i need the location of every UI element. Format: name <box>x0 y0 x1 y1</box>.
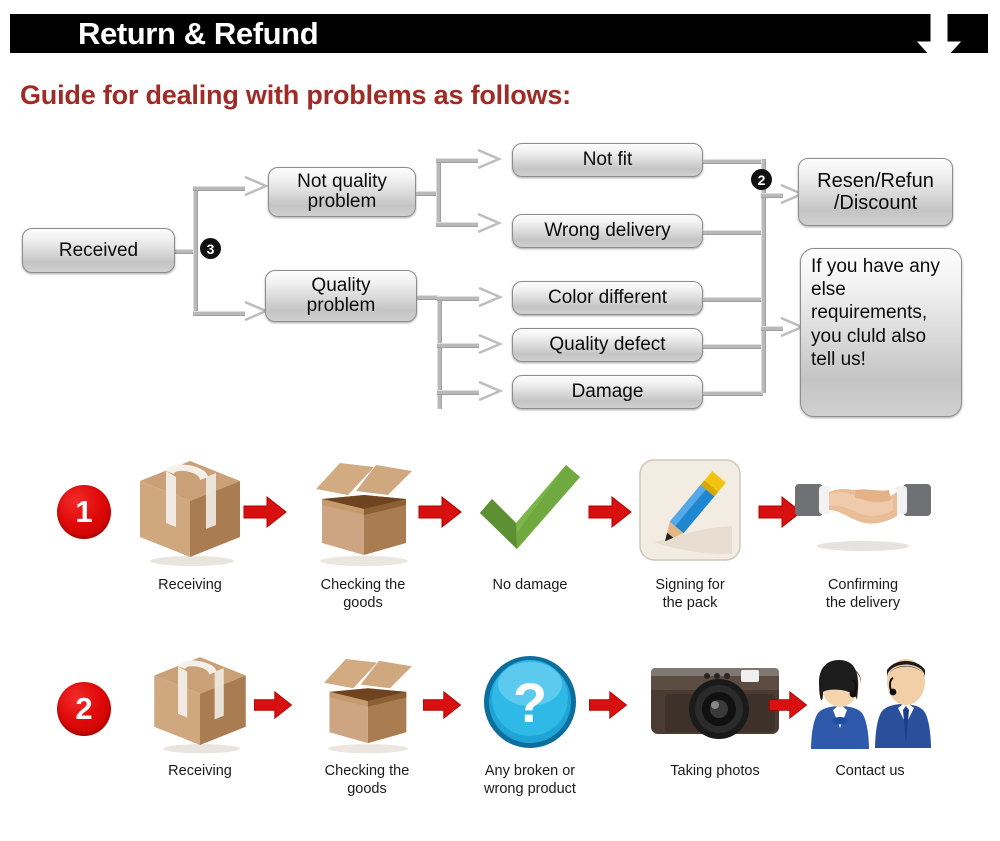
flow-node-not-quality-problem[interactable]: Not quality problem <box>268 167 416 217</box>
flow-node-quality-problem[interactable]: Quality problem <box>265 270 417 322</box>
subtitle: Guide for dealing with problems as follo… <box>20 80 571 110</box>
step-label: Contact us <box>835 763 905 779</box>
question-mark-icon: ? <box>455 648 605 756</box>
step-label: Checking the goods <box>320 577 406 612</box>
flow-node-quality-defect[interactable]: Quality defect <box>512 328 703 362</box>
step-confirming-delivery: Confirming the delivery <box>788 450 938 612</box>
step-label: No damage <box>492 577 568 593</box>
badge-step-2: 2 <box>751 169 772 190</box>
connector-line <box>703 391 763 396</box>
step-signing: Signing for the pack <box>615 450 765 612</box>
flow-node-resolution[interactable]: Resen/Refun /Discount <box>798 158 953 226</box>
step-any-broken: ? Any broken or wrong product <box>455 648 605 798</box>
connector-line <box>703 344 763 349</box>
connector-line <box>703 297 763 302</box>
page-title: Return & Refund <box>78 16 319 51</box>
process-row-1: 1 Receiving Checking the goods No damage… <box>0 440 1000 640</box>
row-number-1: 1 <box>57 485 111 539</box>
connector-line <box>416 191 438 196</box>
process-steps: 1 Receiving Checking the goods No damage… <box>0 440 1000 840</box>
connector-line <box>437 343 479 348</box>
refund-flowchart: 3 Received Not quality problem Quality p… <box>0 130 1000 430</box>
badge-step-3: 3 <box>200 238 221 259</box>
step-contact-us: Contact us <box>795 648 945 780</box>
step-label: Any broken or wrong product <box>484 763 576 798</box>
flow-node-damage[interactable]: Damage <box>512 375 703 409</box>
flow-node-not-fit[interactable]: Not fit <box>512 143 703 177</box>
connector-line <box>175 249 195 254</box>
connector-line <box>437 390 479 395</box>
connector-line <box>437 296 479 301</box>
return-refund-page: Return & Refund Guide for dealing with p… <box>0 0 1000 841</box>
arrow-head-icon <box>477 333 504 355</box>
flow-node-wrong-delivery[interactable]: Wrong delivery <box>512 214 703 248</box>
pencil-signing-icon <box>615 450 765 570</box>
connector-line <box>417 295 439 300</box>
step-label: Receiving <box>168 763 232 779</box>
support-agents-icon <box>795 648 945 756</box>
green-check-icon <box>455 450 605 570</box>
process-row-2: 2 Receiving Checking the goods ? Any bro… <box>0 640 1000 840</box>
arrow-head-icon <box>476 148 503 170</box>
open-box-icon <box>288 450 438 570</box>
connector-line <box>703 159 763 164</box>
step-label: Signing for the pack <box>655 577 725 612</box>
connector-line <box>436 158 441 224</box>
connector-line <box>193 311 245 316</box>
arrow-head-icon <box>477 380 504 402</box>
right-arrow-icon <box>588 690 632 724</box>
right-arrow-icon <box>243 495 287 529</box>
connector-line <box>193 186 245 191</box>
flow-node-note[interactable]: If you have any else requirements, you c… <box>800 248 962 417</box>
step-checking-goods: Checking the goods <box>288 450 438 612</box>
connector-line <box>436 222 478 227</box>
svg-text:?: ? <box>513 671 547 734</box>
flow-node-received[interactable]: Received <box>22 228 175 273</box>
row-number-2: 2 <box>57 682 111 736</box>
down-arrow-icon <box>915 11 963 66</box>
connector-line <box>703 230 763 235</box>
step-checking-goods-2: Checking the goods <box>292 648 442 798</box>
arrow-head-icon <box>243 175 270 197</box>
connector-line <box>193 186 198 314</box>
handshake-icon <box>788 450 938 570</box>
open-box-icon <box>292 648 442 756</box>
step-label: Receiving <box>158 577 222 593</box>
connector-line <box>436 158 478 163</box>
arrow-head-icon <box>476 212 503 234</box>
flow-node-color-different[interactable]: Color different <box>512 281 703 315</box>
step-label: Checking the goods <box>324 763 410 798</box>
step-no-damage: No damage <box>455 450 605 594</box>
step-label: Taking photos <box>670 763 760 779</box>
right-arrow-icon <box>253 690 297 724</box>
step-label: Confirming the delivery <box>825 577 901 612</box>
arrow-head-icon <box>477 286 504 308</box>
